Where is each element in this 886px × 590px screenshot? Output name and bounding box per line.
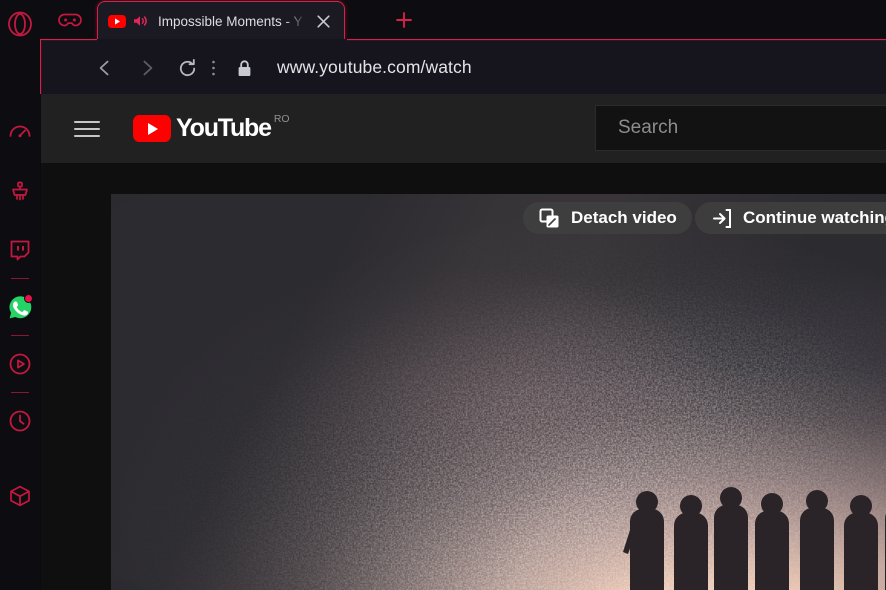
speaker-playing-icon[interactable] (131, 12, 149, 30)
url-text[interactable]: www.youtube.com/watch (277, 40, 472, 95)
reload-icon[interactable] (171, 52, 203, 84)
whatsapp-icon[interactable] (0, 287, 40, 327)
youtube-page: YouTube RO Search Detach video Continue … (41, 94, 886, 590)
youtube-logo[interactable]: YouTube RO (133, 113, 290, 145)
forward-button[interactable] (131, 52, 163, 84)
cleaner-broom-icon[interactable] (0, 172, 40, 212)
youtube-country-code: RO (273, 113, 290, 125)
player-icon[interactable] (0, 344, 40, 384)
new-tab-button[interactable] (391, 7, 417, 33)
continue-watching-label: Continue watching on (743, 208, 886, 227)
active-browser-tab[interactable]: Impossible Moments - Y (97, 1, 345, 40)
browser-window: Impossible Moments - Y www.youtube.com/w… (0, 0, 886, 590)
continue-watching-button[interactable]: Continue watching on (695, 202, 886, 234)
search-input[interactable]: Search (595, 105, 886, 151)
twitch-icon[interactable] (0, 230, 40, 270)
gamepad-icon[interactable] (57, 8, 83, 32)
back-button[interactable] (89, 52, 121, 84)
video-player[interactable]: Detach video Continue watching on (111, 194, 886, 590)
hamburger-menu-icon[interactable] (74, 114, 104, 144)
youtube-favicon (108, 12, 126, 30)
sidebar-divider (11, 392, 29, 393)
crowd-silhouettes (623, 487, 886, 590)
opera-sidebar (0, 0, 40, 590)
youtube-header: YouTube RO Search (41, 94, 886, 163)
tab-close-button[interactable] (310, 8, 336, 34)
cube-icon[interactable] (0, 476, 40, 516)
tab-title: Impossible Moments - Y (158, 13, 310, 29)
page-menu-dots-icon[interactable] (204, 52, 222, 84)
sidebar-divider (11, 278, 29, 279)
opera-logo-icon[interactable] (0, 4, 40, 44)
history-clock-icon[interactable] (0, 401, 40, 441)
detach-popout-icon (538, 207, 560, 229)
detach-video-button[interactable]: Detach video (523, 202, 692, 234)
sidebar-divider (11, 335, 29, 336)
https-lock-icon[interactable] (231, 52, 257, 84)
address-bar-row: www.youtube.com/watch (40, 39, 886, 94)
detach-video-label: Detach video (571, 208, 677, 227)
tab-strip: Impossible Moments - Y (40, 0, 886, 40)
youtube-wordmark: YouTube (176, 114, 272, 142)
speed-dial-icon[interactable] (0, 114, 40, 154)
browser-chrome: Impossible Moments - Y www.youtube.com/w… (40, 0, 886, 94)
arrow-into-bracket-icon (710, 207, 732, 229)
search-placeholder: Search (618, 117, 679, 138)
youtube-play-icon (133, 115, 171, 142)
whatsapp-notification-badge (24, 294, 33, 303)
